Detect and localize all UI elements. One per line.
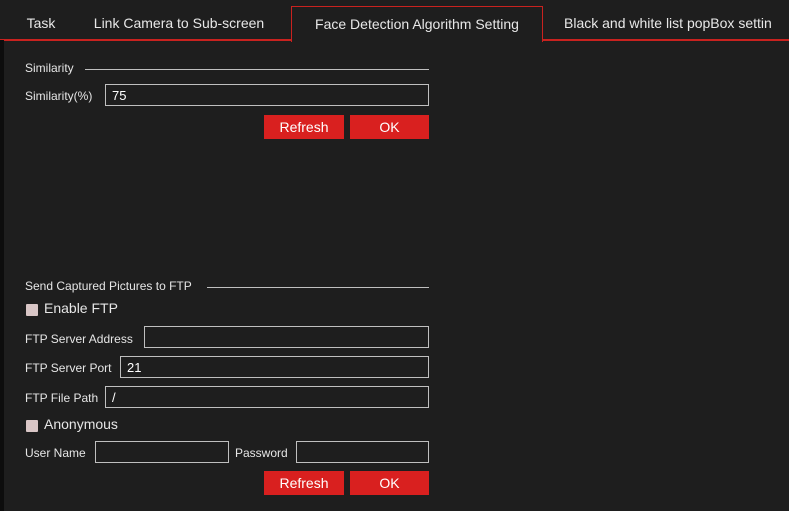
ftp-file-path-label: FTP File Path — [25, 391, 99, 405]
enable-ftp-label: Enable FTP — [44, 300, 118, 316]
left-border — [0, 40, 4, 511]
similarity-section-title: Similarity — [25, 61, 74, 75]
ftp-file-path-input[interactable] — [105, 386, 429, 408]
similarity-divider — [85, 69, 429, 70]
tab-task[interactable]: Task — [14, 7, 68, 40]
similarity-input[interactable] — [105, 84, 429, 106]
tab-link-camera[interactable]: Link Camera to Sub-screen — [80, 7, 278, 40]
ftp-section-title: Send Captured Pictures to FTP — [25, 279, 192, 293]
similarity-refresh-button[interactable]: Refresh — [264, 115, 344, 139]
ftp-server-address-input[interactable] — [144, 326, 429, 348]
username-label: User Name — [25, 446, 86, 460]
username-input[interactable] — [95, 441, 229, 463]
ftp-ok-button[interactable]: OK — [350, 471, 429, 495]
ftp-refresh-button[interactable]: Refresh — [264, 471, 344, 495]
tab-black-white-list[interactable]: Black and white list popBox settin — [556, 7, 789, 40]
ftp-server-address-label: FTP Server Address — [25, 332, 133, 346]
anonymous-checkbox[interactable] — [26, 420, 38, 432]
tab-face-detection[interactable]: Face Detection Algorithm Setting — [291, 6, 543, 42]
password-input[interactable] — [296, 441, 429, 463]
ftp-server-port-input[interactable] — [120, 356, 429, 378]
tab-bar: Task Link Camera to Sub-screen Face Dete… — [0, 0, 789, 42]
ftp-divider — [207, 287, 429, 288]
password-label: Password — [235, 446, 288, 460]
ftp-server-port-label: FTP Server Port — [25, 361, 112, 375]
similarity-label: Similarity(%) — [25, 89, 93, 103]
anonymous-label: Anonymous — [44, 416, 118, 432]
enable-ftp-checkbox[interactable] — [26, 304, 38, 316]
similarity-ok-button[interactable]: OK — [350, 115, 429, 139]
